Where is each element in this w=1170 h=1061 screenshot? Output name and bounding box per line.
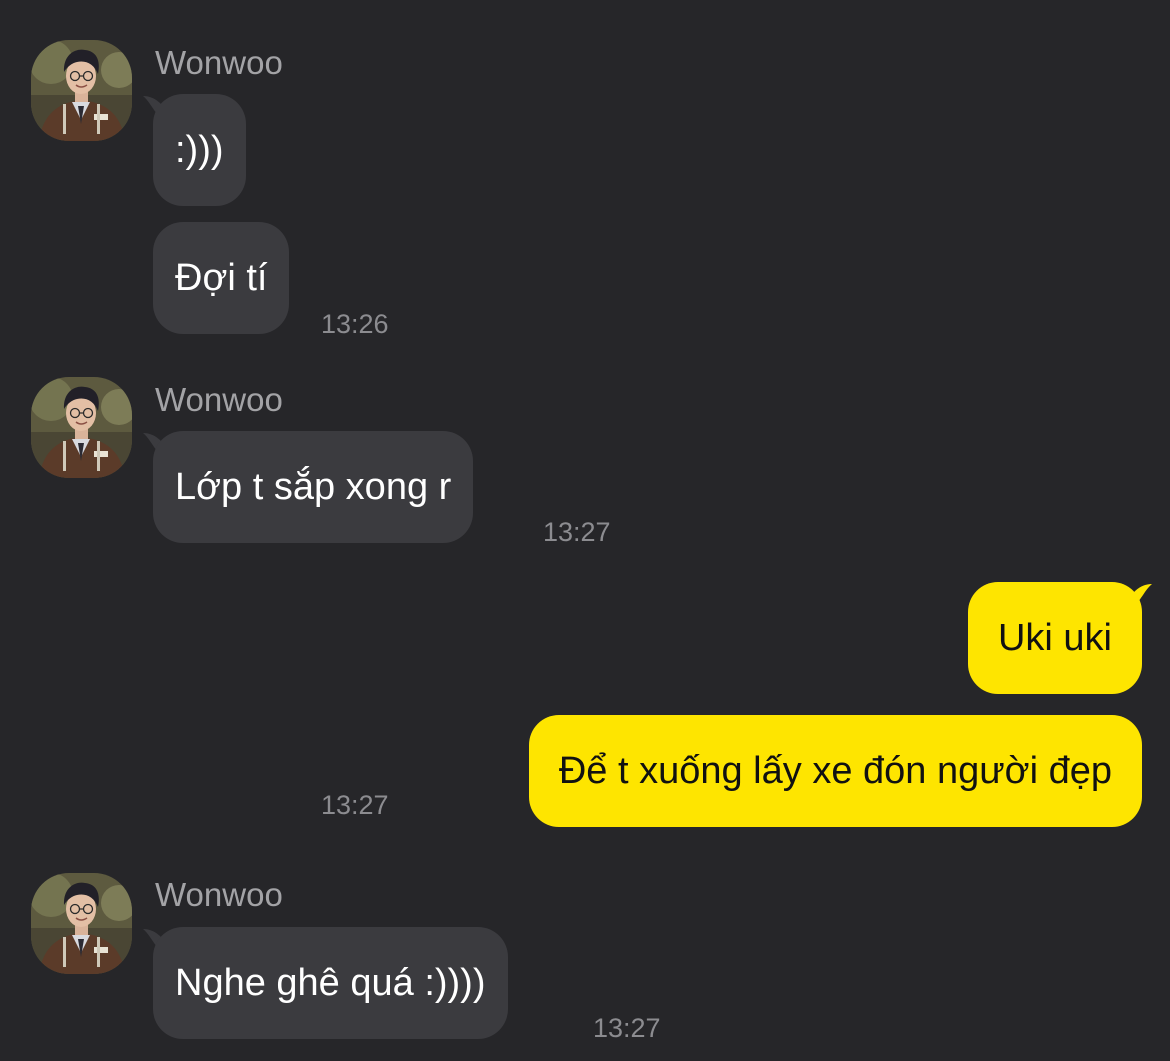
sender-name: Wonwoo [155,381,283,418]
profile-photo-icon [31,873,132,974]
chat-thread: Wonwoo :))) Đợi tí 13:26 Wonwoo Lớp t sắ… [0,0,1170,1061]
sender-name: Wonwoo [155,44,283,81]
avatar[interactable] [31,377,132,478]
avatar[interactable] [31,40,132,141]
message-bubble-outgoing[interactable]: Để t xuống lấy xe đón người đẹp [528,715,1142,827]
message-bubble-incoming[interactable]: :))) [153,94,246,206]
avatar[interactable] [31,873,132,974]
message-bubble-incoming[interactable]: Nghe ghê quá :)))) [153,927,508,1039]
sender-name: Wonwoo [155,876,283,913]
profile-photo-icon [31,40,132,141]
message-timestamp: 13:27 [543,517,611,547]
message-timestamp: 13:26 [321,309,389,339]
message-timestamp: 13:27 [593,1013,661,1043]
profile-photo-icon [31,377,132,478]
message-timestamp: 13:27 [321,790,389,820]
message-bubble-incoming[interactable]: Đợi tí [153,222,290,334]
message-bubble-incoming[interactable]: Lớp t sắp xong r [153,431,474,543]
message-bubble-outgoing[interactable]: Uki uki [967,582,1142,694]
